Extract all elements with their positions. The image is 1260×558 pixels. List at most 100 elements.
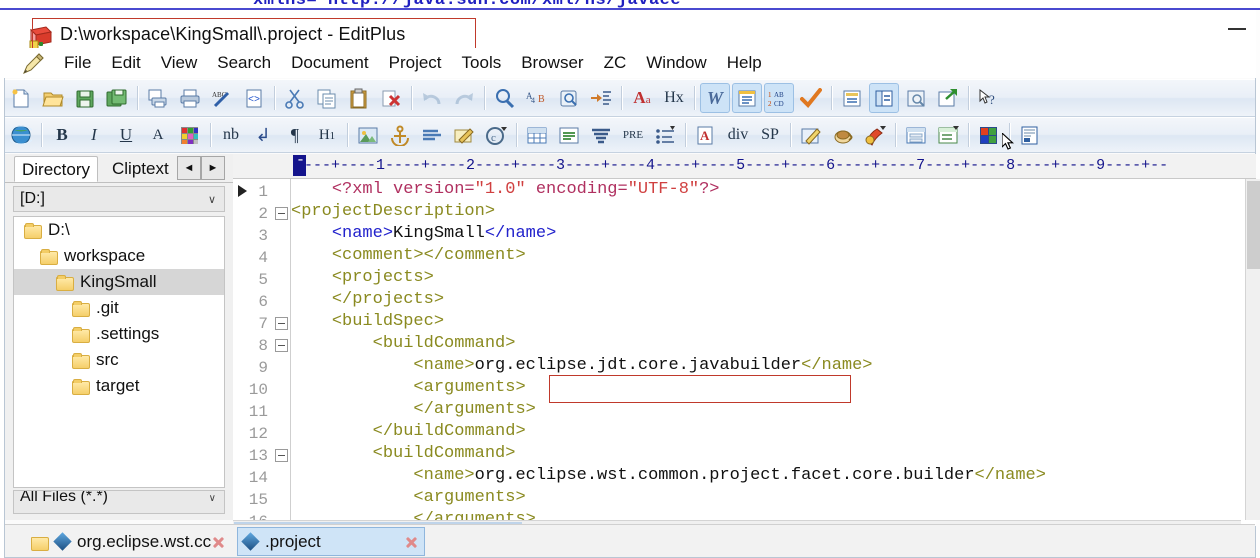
code-line[interactable]: <name>org.eclipse.wst.common.project.fac… xyxy=(291,465,1256,487)
document-tab-org-eclipse-wst[interactable]: org.eclipse.wst.cc xyxy=(25,527,225,556)
document-tab-project[interactable]: .project xyxy=(237,527,425,556)
code-line[interactable]: </buildCommand> xyxy=(291,421,1256,443)
list-button[interactable] xyxy=(650,120,680,150)
align-left-button[interactable] xyxy=(554,120,584,150)
tab-scroll-right-button[interactable]: ► xyxy=(201,156,225,180)
menu-item-help[interactable]: Help xyxy=(717,51,772,75)
div-tag-button[interactable]: div xyxy=(723,120,753,150)
menu-item-browser[interactable]: Browser xyxy=(511,51,593,75)
editor-vertical-scrollbar[interactable] xyxy=(1245,179,1260,520)
view-in-browser-button[interactable]: <> xyxy=(239,83,269,113)
style-button[interactable] xyxy=(860,120,890,150)
new-file-button[interactable] xyxy=(6,83,36,113)
copy-button[interactable] xyxy=(312,83,342,113)
anchor-button[interactable] xyxy=(385,120,415,150)
file-filter-select[interactable]: All Files (*.*) ∨ xyxy=(13,490,225,514)
print-preview-button[interactable] xyxy=(143,83,173,113)
insert-table-button[interactable] xyxy=(522,120,552,150)
menu-item-edit[interactable]: Edit xyxy=(101,51,150,75)
tree-item[interactable]: src xyxy=(14,347,224,373)
minimize-button[interactable] xyxy=(1228,28,1246,30)
menu-item-tools[interactable]: Tools xyxy=(452,51,512,75)
fold-toggle-icon[interactable] xyxy=(275,317,288,330)
code-line[interactable]: <arguments> xyxy=(291,487,1256,509)
code-line[interactable]: <arguments> xyxy=(291,377,1256,399)
document-selector-button[interactable] xyxy=(837,83,867,113)
form-list-button[interactable] xyxy=(933,120,963,150)
directory-tree[interactable]: D:\ workspace KingSmall .git .settings src tar… xyxy=(13,216,225,488)
replace-button[interactable]: A4B xyxy=(522,83,552,113)
close-icon[interactable] xyxy=(211,535,225,549)
copyright-button[interactable]: c xyxy=(481,120,511,150)
underline-button[interactable]: U xyxy=(111,120,141,150)
print-button[interactable] xyxy=(175,83,205,113)
code-line[interactable]: <projects> xyxy=(291,267,1256,289)
font-tag-button[interactable]: A xyxy=(691,120,721,150)
code-line[interactable]: </projects> xyxy=(291,289,1256,311)
menu-item-project[interactable]: Project xyxy=(379,51,452,75)
open-file-button[interactable] xyxy=(38,83,68,113)
document-info-button[interactable] xyxy=(1015,120,1045,150)
tab-scroll-left-button[interactable]: ◄ xyxy=(177,156,201,180)
external-preview-button[interactable] xyxy=(933,83,963,113)
tree-item[interactable]: target xyxy=(14,373,224,399)
line-break-button[interactable]: ↲ xyxy=(248,120,278,150)
drive-select[interactable]: [D:] ∨ xyxy=(13,186,225,212)
delete-button[interactable] xyxy=(376,83,406,113)
heading-button[interactable]: H1 xyxy=(312,120,342,150)
menu-item-search[interactable]: Search xyxy=(207,51,281,75)
vertical-scroll-thumb[interactable] xyxy=(1247,181,1260,269)
code-line[interactable]: <?xml version="1.0" encoding="UTF-8"?> xyxy=(291,179,1256,201)
code-line[interactable]: <buildCommand> xyxy=(291,443,1256,465)
fold-toggle-icon[interactable] xyxy=(275,339,288,352)
paste-button[interactable] xyxy=(344,83,374,113)
menu-item-zc[interactable]: ZC xyxy=(594,51,637,75)
align-center-button[interactable] xyxy=(586,120,616,150)
font-color-button[interactable]: A xyxy=(143,120,173,150)
edit-link-button[interactable] xyxy=(449,120,479,150)
menu-item-file[interactable]: File xyxy=(54,51,101,75)
tree-item[interactable]: D:\ xyxy=(14,217,224,243)
italic-button[interactable]: I xyxy=(79,120,109,150)
change-case-button[interactable]: Aa xyxy=(627,83,657,113)
close-icon[interactable] xyxy=(404,535,418,549)
globe-icon-button[interactable] xyxy=(6,120,36,150)
code-line[interactable]: </arguments> xyxy=(291,399,1256,421)
css-button[interactable] xyxy=(828,120,858,150)
span-tag-button[interactable]: SP xyxy=(755,120,785,150)
directory-panel-button[interactable] xyxy=(869,83,899,113)
find-in-files-button[interactable] xyxy=(554,83,584,113)
non-breaking-space-button[interactable]: nb xyxy=(216,120,246,150)
tree-item[interactable]: .settings xyxy=(14,321,224,347)
code-lines[interactable]: <?xml version="1.0" encoding="UTF-8"?> <p… xyxy=(291,179,1256,526)
tree-item[interactable]: .git xyxy=(14,295,224,321)
tab-cliptext[interactable]: Cliptext xyxy=(105,156,176,182)
word-wrap-button[interactable]: W xyxy=(700,83,730,113)
context-help-button[interactable]: ? xyxy=(974,83,1004,113)
cut-button[interactable] xyxy=(280,83,310,113)
code-line[interactable]: <name>KingSmall</name> xyxy=(291,223,1256,245)
find-button[interactable] xyxy=(490,83,520,113)
paragraph-button[interactable]: ¶ xyxy=(280,120,310,150)
redo-button[interactable] xyxy=(449,83,479,113)
menu-item-view[interactable]: View xyxy=(151,51,208,75)
save-all-button[interactable] xyxy=(102,83,132,113)
menu-item-window[interactable]: Window xyxy=(636,51,716,75)
hex-view-button[interactable]: Hx xyxy=(659,83,689,113)
menu-item-document[interactable]: Document xyxy=(281,51,378,75)
insert-image-button[interactable] xyxy=(353,120,383,150)
goto-line-button[interactable] xyxy=(586,83,616,113)
tree-item[interactable]: workspace xyxy=(14,243,224,269)
code-line[interactable]: <buildSpec> xyxy=(291,311,1256,333)
check-markup-button[interactable] xyxy=(796,83,826,113)
line-numbers-button[interactable] xyxy=(732,83,762,113)
color-palette-button[interactable] xyxy=(175,120,205,150)
color-chart-button[interactable] xyxy=(974,120,1004,150)
fold-toggle-icon[interactable] xyxy=(275,449,288,462)
preformatted-button[interactable]: PRE xyxy=(618,120,648,150)
form-edit-button[interactable] xyxy=(796,120,826,150)
horizontal-rule-button[interactable] xyxy=(417,120,447,150)
spell-check-button[interactable]: ABC xyxy=(207,83,237,113)
form-input-button[interactable] xyxy=(901,120,931,150)
output-window-button[interactable] xyxy=(901,83,931,113)
